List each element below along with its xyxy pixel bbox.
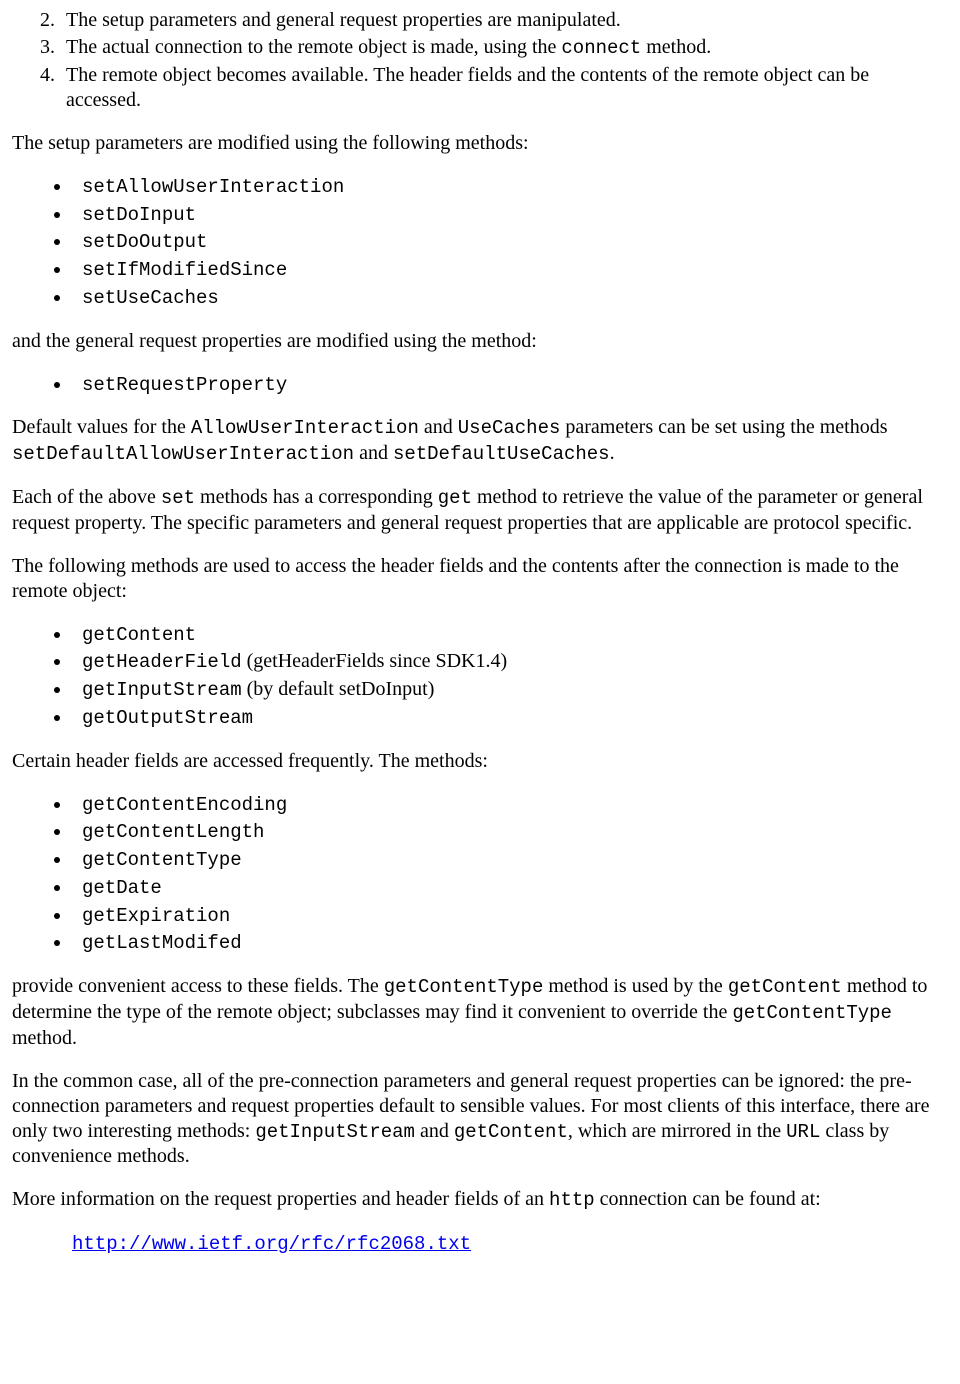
code-text: getContentType [732,1002,892,1024]
code-text: setDefaultUseCaches [393,443,610,465]
paragraph: The setup parameters are modified using … [12,131,948,156]
code-text: setDefaultAllowUserInteraction [12,443,354,465]
text: , which are mirrored in the [568,1120,786,1142]
list-item: setDoInput [72,202,948,228]
list-item: getInputStream (by default setDoInput) [72,677,948,703]
code-text: getInputStream [255,1121,415,1143]
header-methods-list: getContentEncoding getContentLength getC… [12,792,948,957]
step-text: The setup parameters and general request… [66,9,621,31]
paragraph: In the common case, all of the pre-conne… [12,1069,948,1170]
paragraph: More information on the request properti… [12,1187,948,1213]
list-item: The actual connection to the remote obje… [60,35,948,61]
list-item: setRequestProperty [72,372,948,398]
text: method is used by the [543,975,727,997]
text: methods has a corresponding [195,486,438,508]
setup-methods-list: setAllowUserInteraction setDoInput setDo… [12,174,948,311]
text: and [419,416,458,438]
text: (by default setDoInput) [242,678,435,700]
step-text: The actual connection to the remote obje… [66,36,561,58]
paragraph: Each of the above set methods has a corr… [12,485,948,536]
code-text: getDate [82,877,162,899]
request-methods-list: setRequestProperty [12,372,948,398]
text: Default values for the [12,416,191,438]
code-text: getContent [454,1121,568,1143]
list-item: setAllowUserInteraction [72,174,948,200]
code-text: setIfModifiedSince [82,259,287,281]
code-text: setUseCaches [82,287,219,309]
text: More information on the request properti… [12,1188,549,1210]
code-text: setRequestProperty [82,374,287,396]
list-item: getDate [72,875,948,901]
code-text: getInputStream [82,679,242,701]
code-text: getExpiration [82,905,230,927]
list-item: getLastModifed [72,930,948,956]
list-item: The remote object becomes available. The… [60,63,948,113]
paragraph: The following methods are used to access… [12,554,948,604]
code-text: getOutputStream [82,707,253,729]
list-item: setUseCaches [72,285,948,311]
code-text: get [438,487,472,509]
paragraph: and the general request properties are m… [12,329,948,354]
text: method. [12,1027,77,1049]
code-text: http [549,1189,595,1211]
text: parameters can be set using the methods [560,416,887,438]
text: provide convenient access to these field… [12,975,384,997]
list-item: getContentEncoding [72,792,948,818]
paragraph: Default values for the AllowUserInteract… [12,415,948,467]
list-item: getContentLength [72,819,948,845]
code-text: getHeaderField [82,651,242,673]
code-text: set [161,487,195,509]
code-text: getContent [82,624,196,646]
code-text: getContentType [384,976,544,998]
code-text: getContentType [82,849,242,871]
list-item: getOutputStream [72,705,948,731]
code-text: setDoOutput [82,231,207,253]
ordered-steps-list: The setup parameters and general request… [12,8,948,113]
code-text: setAllowUserInteraction [82,176,344,198]
text: Each of the above [12,486,161,508]
text: and [354,442,393,464]
list-item: setIfModifiedSince [72,257,948,283]
code-text: setDoInput [82,204,196,226]
list-item: getHeaderField (getHeaderFields since SD… [72,649,948,675]
text: connection can be found at: [595,1188,821,1210]
code-text: getContent [728,976,842,998]
access-methods-list: getContent getHeaderField (getHeaderFiel… [12,622,948,731]
code-text: UseCaches [458,417,561,439]
paragraph: Certain header fields are accessed frequ… [12,749,948,774]
list-item: The setup parameters and general request… [60,8,948,33]
code-text: connect [561,37,641,59]
text: and [415,1120,454,1142]
list-item: setDoOutput [72,229,948,255]
list-item: getContent [72,622,948,648]
list-item: getContentType [72,847,948,873]
step-text: The remote object becomes available. The… [66,64,869,111]
code-text: getContentEncoding [82,794,287,816]
code-text: AllowUserInteraction [191,417,419,439]
step-text: method. [641,36,711,58]
paragraph: provide convenient access to these field… [12,974,948,1051]
text: . [610,442,615,464]
code-text: getLastModifed [82,932,242,954]
rfc-link[interactable]: http://www.ietf.org/rfc/rfc2068.txt [72,1233,471,1255]
code-text: URL [786,1121,820,1143]
code-text: getContentLength [82,821,264,843]
list-item: getExpiration [72,903,948,929]
text: (getHeaderFields since SDK1.4) [242,650,508,672]
